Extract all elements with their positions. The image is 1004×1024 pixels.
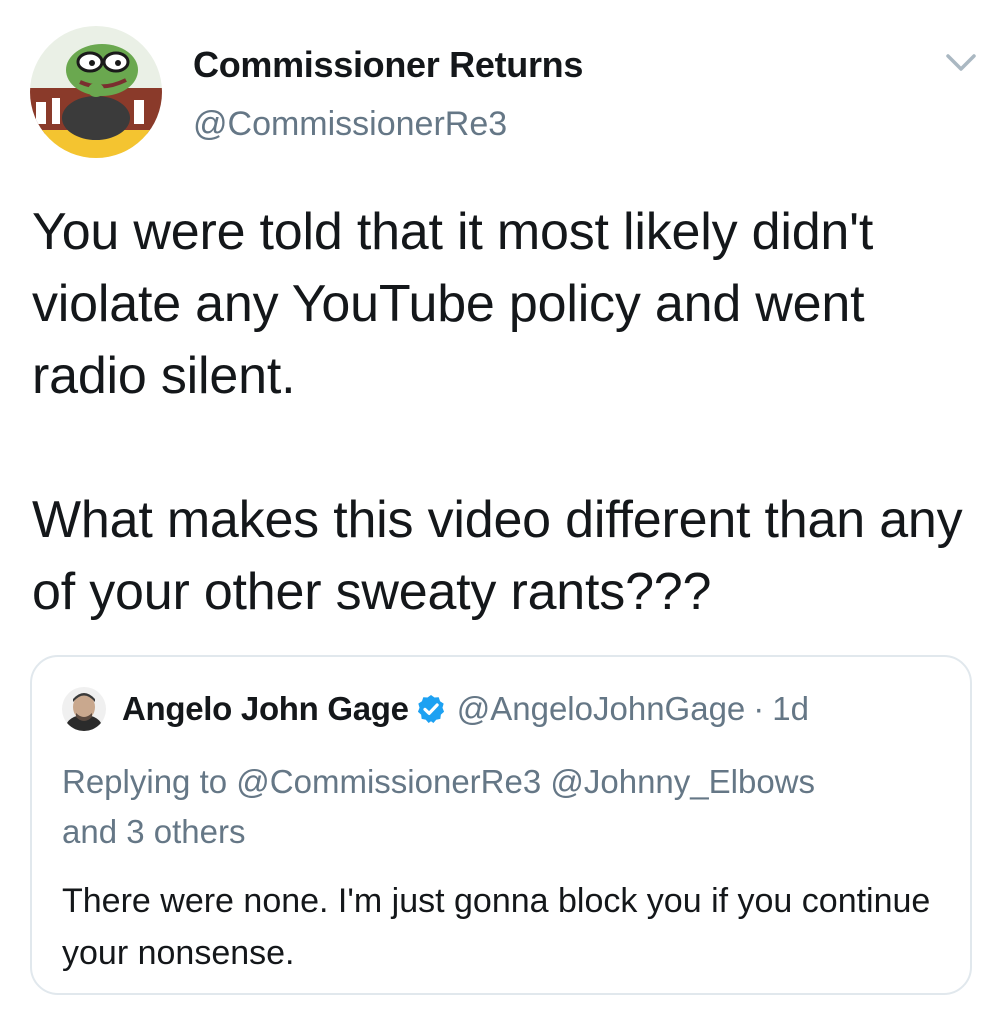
quoted-tweet-header: Angelo John Gage @AngeloJohnGage · 1d (122, 687, 809, 731)
replying-others[interactable]: and 3 others (62, 813, 245, 850)
author-avatar[interactable] (30, 26, 162, 158)
person-avatar-image (62, 687, 106, 731)
chevron-down-icon[interactable] (944, 52, 978, 74)
separator-dot: · (753, 690, 765, 727)
replying-to-line: Replying to @CommissionerRe3 @Johnny_Elb… (62, 757, 942, 857)
replying-to-handles[interactable]: @CommissionerRe3 @Johnny_Elbows (236, 763, 815, 800)
verified-badge-icon (417, 695, 444, 723)
quoted-tweet-time[interactable]: 1d (772, 690, 809, 728)
author-display-name[interactable]: Commissioner Returns (193, 44, 583, 86)
quoted-tweet[interactable]: Angelo John Gage @AngeloJohnGage · 1d Re… (30, 655, 972, 995)
frog-avatar-image (30, 26, 162, 158)
replying-prefix: Replying to (62, 763, 228, 800)
author-handle[interactable]: @CommissionerRe3 (193, 105, 507, 144)
quoted-author-name[interactable]: Angelo John Gage (122, 690, 409, 728)
quoted-tweet-text: There were none. I'm just gonna block yo… (62, 882, 931, 972)
tweet: Commissioner Returns @CommissionerRe3 Yo… (0, 0, 1004, 1024)
tweet-text: You were told that it most likely didn't… (32, 203, 963, 621)
quoted-author-handle[interactable]: @AngeloJohnGage (457, 690, 746, 728)
quoted-author-avatar[interactable] (62, 687, 106, 731)
